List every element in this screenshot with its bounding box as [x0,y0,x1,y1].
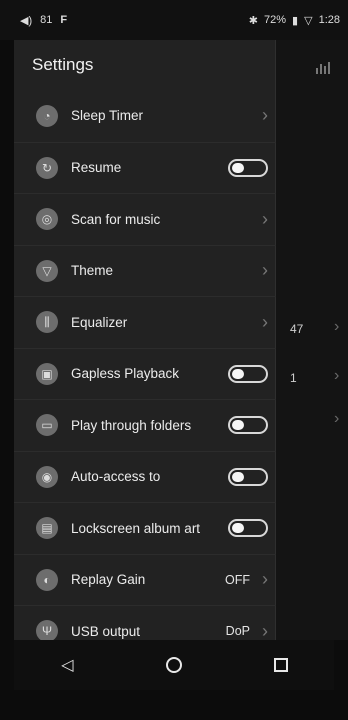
menu-item-label: Scan for music [71,211,161,227]
recents-button[interactable] [267,651,295,679]
wifi-icon: ▽ [304,14,313,27]
menu-item-replay-gain[interactable]: ◐ Replay Gain OFF › [14,553,276,606]
menu-item-label: USB output [71,623,141,639]
settings-drawer: Settings ◔ Sleep Timer › ↻ Resume ◎ Scan… [14,40,276,643]
equalizer-icon: ⫼ [36,311,58,334]
system-nav-bar: ◁ [14,640,334,690]
menu-item-scan-for-music[interactable]: ◎ Scan for music › [14,193,276,245]
auto-icon: ◉ [36,465,58,488]
chevron-right-icon: › [262,208,268,229]
settings-menu: ◔ Sleep Timer › ↻ Resume ◎ Scan for musi… [14,90,276,657]
folder-icon: ▭ [36,414,58,437]
menu-item-auto-access[interactable]: ◉ Auto-access to [14,450,276,503]
shirt-icon: ▽ [36,259,58,282]
menu-item-label: Auto-access to [71,469,161,485]
toggle-knob [232,368,244,379]
replay-gain-value: OFF [225,572,250,587]
toggle-knob [232,471,244,482]
menu-item-label: Theme [71,263,114,279]
drawer-title: Settings [32,55,94,74]
menu-item-label: Equalizer [71,314,128,330]
background-chevron-3-icon: › [334,410,340,427]
background-count-2: 1 [290,371,297,385]
menu-item-lockscreen-album-art[interactable]: ▤ Lockscreen album art [14,502,276,554]
notification-icon: F [60,14,68,26]
battery-level: 72% [264,14,287,26]
recents-icon [273,658,288,672]
menu-item-sleep-timer[interactable]: ◔ Sleep Timer › [14,90,276,142]
clock: 1:28 [318,14,340,26]
menu-item-label: Play through folders [71,417,192,433]
menu-item-equalizer[interactable]: ⫼ Equalizer › [14,296,276,348]
background-chevron-1-icon: › [334,318,340,335]
menu-item-label: Lockscreen album art [71,520,201,536]
menu-item-resume[interactable]: ↻ Resume [14,141,276,194]
bluetooth-icon: ✱ [248,14,259,27]
resume-icon: ↻ [36,156,58,179]
volume-icon: ◀) [20,14,33,27]
menu-item-theme[interactable]: ▽ Theme › [14,244,276,297]
background-app [276,40,348,640]
background-chevron-2-icon: › [334,367,340,384]
background-count-1: 47 [290,322,304,336]
chevron-right-icon: › [262,311,268,332]
home-button[interactable] [160,651,188,679]
replay-gain-icon: ◐ [36,568,58,591]
back-icon: ◁ [61,657,74,674]
toggle-knob [232,523,244,534]
home-icon [165,657,182,673]
play-through-folders-toggle[interactable] [228,416,268,435]
auto-access-toggle[interactable] [228,467,268,486]
drawer-header: Settings [14,40,275,90]
usb-icon: Ψ [36,620,58,643]
battery-icon: ▮ [292,14,299,27]
lockscreen-toggle[interactable] [228,519,268,538]
chevron-right-icon: › [262,260,268,281]
usb-output-value: DoP [225,624,250,639]
volume-level: 81 [40,14,53,26]
visualizer-icon[interactable] [316,62,334,74]
gapless-toggle[interactable] [228,364,268,383]
back-button[interactable]: ◁ [53,651,81,679]
resume-toggle[interactable] [228,158,268,177]
chevron-right-icon: › [262,569,268,590]
menu-item-gapless-playback[interactable]: ▣ Gapless Playback [14,347,276,400]
menu-item-label: Replay Gain [71,572,146,588]
status-bar: ◀) 81 F ✱ 72% ▮ ▽ 1:28 [0,0,348,40]
toggle-knob [232,162,244,173]
timer-icon: ◔ [36,104,58,127]
menu-item-label: Resume [71,160,122,176]
chevron-right-icon: › [262,620,268,641]
scan-icon: ◎ [36,208,58,231]
gapless-icon: ▣ [36,362,58,385]
menu-item-label: Gapless Playback [71,366,180,382]
lockscreen-icon: ▤ [36,517,58,540]
chevron-right-icon: › [262,105,268,126]
menu-item-play-through-folders[interactable]: ▭ Play through folders [14,399,276,451]
status-right: ✱ 72% ▮ ▽ 1:28 [249,14,340,27]
status-left: ◀) 81 F [20,14,67,27]
menu-item-label: Sleep Timer [71,108,144,124]
toggle-knob [232,420,244,431]
